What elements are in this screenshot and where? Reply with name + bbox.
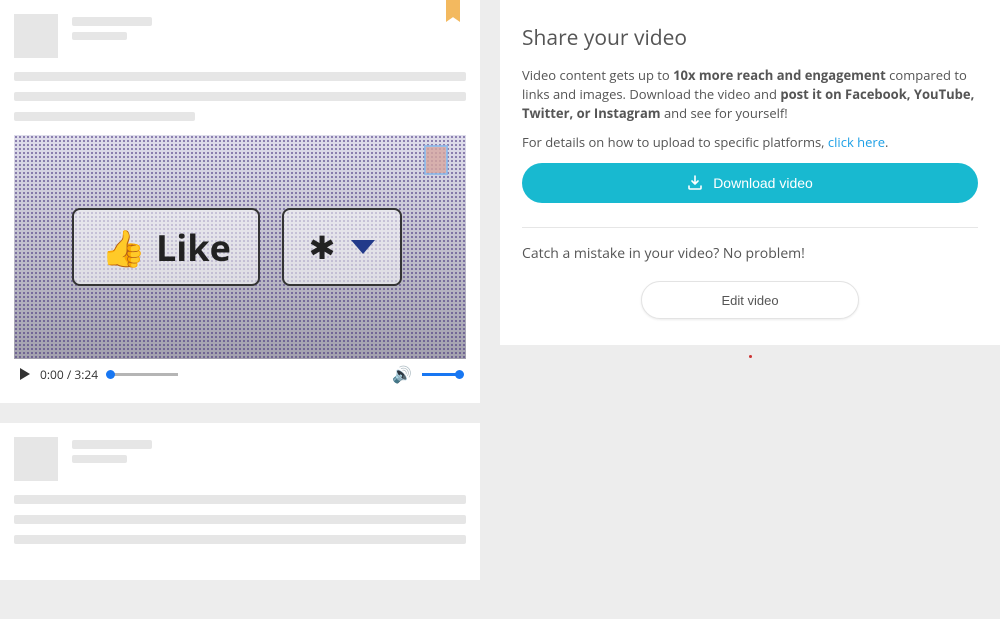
volume-handle[interactable] xyxy=(455,370,464,379)
like-label: Like xyxy=(156,223,231,272)
post-card xyxy=(0,423,480,580)
video-controls: 0:00 / 3:24 🔊 xyxy=(14,359,466,389)
avatar-placeholder xyxy=(14,437,58,481)
share-description-2: For details on how to upload to specific… xyxy=(522,133,978,152)
post-card: 👍 Like ✱ 0:00 / 3:24 xyxy=(0,0,480,403)
video-player[interactable]: 👍 Like ✱ 0:00 / 3:24 xyxy=(14,135,466,389)
play-icon[interactable] xyxy=(20,368,30,380)
like-button-graphic: 👍 Like xyxy=(72,208,260,286)
name-placeholder xyxy=(72,437,152,463)
progress-bar[interactable] xyxy=(108,373,178,376)
settings-dropdown-graphic: ✱ xyxy=(282,208,402,286)
share-title: Share your video xyxy=(522,24,978,52)
video-time: 0:00 / 3:24 xyxy=(40,366,98,383)
post-body-placeholder xyxy=(14,495,466,544)
presenter-thumbnail xyxy=(424,145,448,175)
video-thumbnail[interactable]: 👍 Like ✱ xyxy=(14,135,466,359)
post-header xyxy=(14,437,466,481)
volume-icon[interactable]: 🔊 xyxy=(392,363,412,385)
progress-handle[interactable] xyxy=(106,370,115,379)
edit-video-button[interactable]: Edit video xyxy=(641,281,859,319)
download-icon xyxy=(687,175,703,191)
caret-down-icon xyxy=(351,240,375,254)
gear-icon: ✱ xyxy=(309,226,336,269)
volume-bar[interactable] xyxy=(422,373,460,376)
post-body-placeholder xyxy=(14,72,466,121)
thumbs-up-icon: 👍 xyxy=(101,223,146,272)
name-placeholder xyxy=(72,14,152,40)
share-description-1: Video content gets up to 10x more reach … xyxy=(522,66,978,123)
download-label: Download video xyxy=(713,175,813,191)
indicator-dot xyxy=(749,355,752,358)
divider xyxy=(522,227,978,228)
share-panel: Share your video Video content gets up t… xyxy=(500,0,1000,345)
post-header xyxy=(14,14,466,58)
avatar-placeholder xyxy=(14,14,58,58)
edit-prompt-text: Catch a mistake in your video? No proble… xyxy=(522,244,978,263)
download-video-button[interactable]: Download video xyxy=(522,163,978,203)
upload-help-link[interactable]: click here xyxy=(828,133,885,151)
